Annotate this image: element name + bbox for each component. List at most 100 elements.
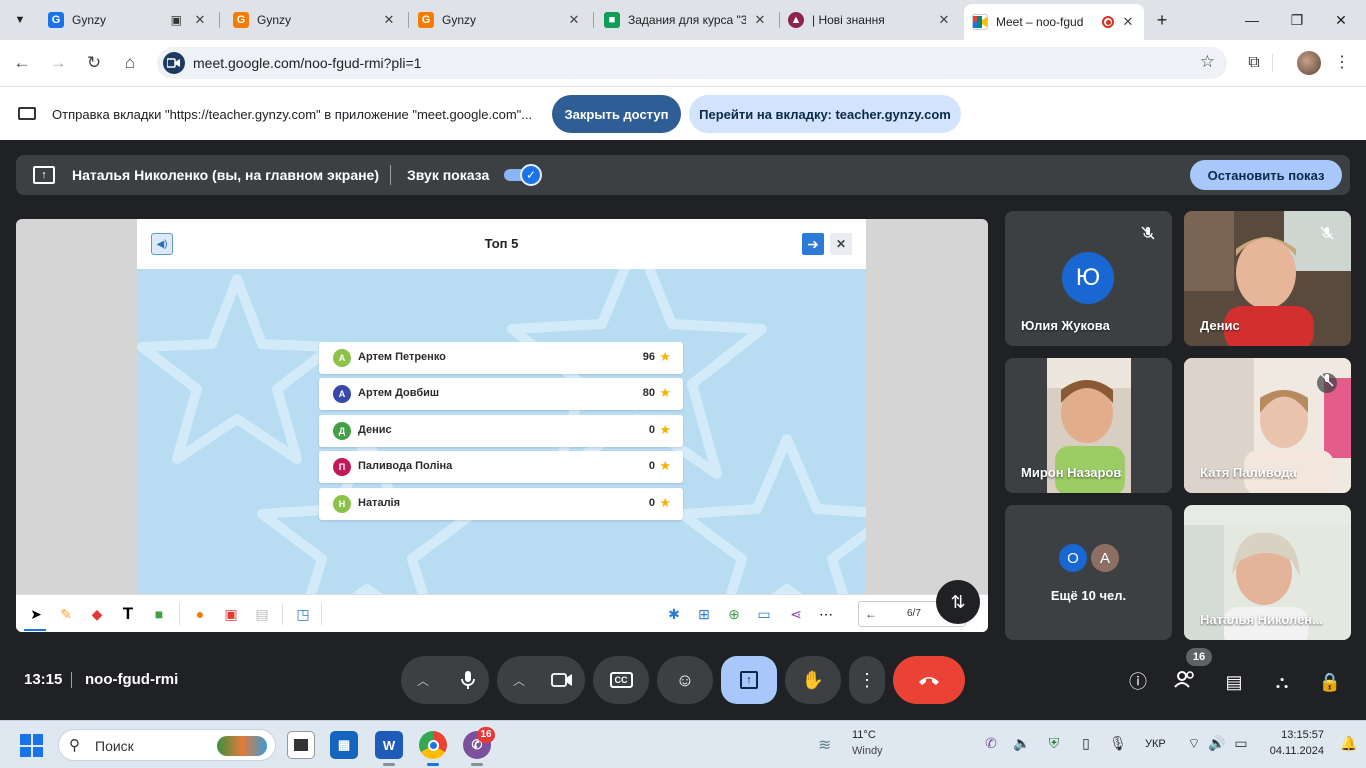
image-icon[interactable]: ▣ <box>221 604 241 624</box>
next-arrow-icon[interactable]: ➔ <box>802 233 824 255</box>
task-view-icon[interactable] <box>287 731 315 759</box>
close-tab-icon[interactable]: ✕ <box>1120 14 1136 30</box>
star-icon: ★ <box>659 422 671 437</box>
shapes-icon[interactable]: ■ <box>149 604 169 624</box>
raise-hand-button[interactable]: ✋ <box>785 656 841 704</box>
pencil-icon[interactable]: ✎ <box>56 604 76 624</box>
stop-presenting-button[interactable]: Остановить показ <box>1190 160 1342 190</box>
new-tab-button[interactable]: + <box>1147 8 1177 32</box>
participant-tile[interactable]: Мирон Назаров <box>1005 358 1172 493</box>
site-info-icon[interactable] <box>163 52 185 74</box>
present-now-button[interactable]: ↑ <box>721 656 777 704</box>
extensions-icon[interactable]: ⧉ <box>1242 51 1266 75</box>
stop-sharing-button[interactable]: Закрыть доступ <box>552 95 681 133</box>
add-slide-icon[interactable]: ⊞ <box>694 604 714 624</box>
wind-icon[interactable]: ≋ <box>818 735 831 755</box>
captions-button[interactable]: CC <box>593 656 649 704</box>
leave-call-button[interactable] <box>893 656 965 704</box>
restore-icon[interactable]: ❐ <box>1282 8 1312 32</box>
back-icon[interactable]: ← <box>10 51 34 75</box>
reload-icon[interactable]: ↻ <box>82 51 106 75</box>
pointer-icon[interactable]: ➤ <box>26 604 46 624</box>
security-shield-icon[interactable]: ⛨ <box>1044 735 1064 752</box>
notifications-bell-icon[interactable]: 🔔 <box>1340 735 1357 752</box>
close-icon[interactable]: ✕ <box>830 233 852 255</box>
participant-name: Катя Паливода <box>1200 465 1297 480</box>
tab-novi-znannia[interactable]: ▲ | Нові знання ✕ <box>780 6 960 34</box>
chrome-icon[interactable] <box>419 731 447 759</box>
video-settings-chevron-icon[interactable]: ︿ <box>513 672 525 689</box>
microphone-tray-icon[interactable]: 🎙 <box>1108 735 1128 752</box>
tab-meet[interactable]: Meet – noo-fgud ✕ <box>964 4 1144 40</box>
share-audio-toggle[interactable]: ✓ <box>504 164 542 186</box>
viber-tray-icon[interactable]: ✆ <box>981 735 1001 752</box>
pin-swap-icon[interactable]: ⇅ <box>936 580 980 624</box>
share-icon[interactable]: ⋖ <box>786 604 806 624</box>
address-bar[interactable]: meet.google.com/noo-fgud-rmi?pli=1 ☆ <box>157 47 1227 79</box>
chrome-menu-icon[interactable]: ⋮ <box>1330 51 1354 75</box>
host-controls-icon[interactable]: 🔒 <box>1318 670 1342 694</box>
reactions-button[interactable]: ☺ <box>657 656 713 704</box>
bookmark-star-icon[interactable]: ☆ <box>1200 52 1215 72</box>
insert-icon[interactable]: ⊕ <box>724 604 744 624</box>
speaker-muted-icon[interactable]: 🔈 <box>1012 735 1032 752</box>
participant-tile[interactable]: Катя Паливода <box>1184 358 1351 493</box>
participant-tile[interactable]: Денис <box>1184 211 1351 346</box>
more-participants-tile[interactable]: О А Ещё 10 чел. <box>1005 505 1172 640</box>
close-tab-icon[interactable]: ✕ <box>752 12 768 28</box>
widgets-icon[interactable]: ◳ <box>293 604 313 624</box>
close-tab-icon[interactable]: ✕ <box>566 12 582 28</box>
volume-icon[interactable]: 🔊 <box>1207 735 1227 752</box>
battery-icon[interactable]: ▭ <box>1231 735 1251 752</box>
stamp-icon[interactable]: ● <box>190 604 210 624</box>
table-icon[interactable]: ▤ <box>252 604 272 624</box>
participant-tile[interactable]: Ю Юлия Жукова <box>1005 211 1172 346</box>
eraser-icon[interactable]: ◆ <box>87 604 107 624</box>
participant-tile[interactable]: Наталья Николен... <box>1184 505 1351 640</box>
app-active-indicator <box>427 763 439 766</box>
switch-to-tab-button[interactable]: Перейти на вкладку: teacher.gynzy.com <box>689 95 961 133</box>
microphone-icon[interactable] <box>459 670 477 690</box>
meeting-details-icon[interactable]: ⓘ <box>1126 670 1150 694</box>
more-options-icon[interactable]: ⋯ <box>816 604 836 624</box>
people-icon[interactable] <box>1173 670 1197 694</box>
taskbar-search[interactable]: ⚲ Поиск <box>58 729 276 761</box>
word-icon[interactable]: W <box>375 731 403 759</box>
home-icon[interactable]: ⌂ <box>118 51 142 75</box>
more-options-button[interactable]: ⋮ <box>849 656 885 704</box>
mic-off-icon <box>1138 226 1158 246</box>
hints-icon[interactable]: ✱ <box>664 604 684 624</box>
close-window-icon[interactable]: ✕ <box>1326 8 1356 32</box>
profile-avatar[interactable] <box>1297 51 1321 75</box>
star-icon: ★ <box>659 458 671 473</box>
close-tab-icon[interactable]: ✕ <box>192 12 208 28</box>
player-name: Денис <box>358 424 392 436</box>
app-running-indicator <box>383 763 395 766</box>
usb-device-icon[interactable]: ▯ <box>1076 735 1096 752</box>
audio-settings-chevron-icon[interactable]: ︿ <box>417 672 429 689</box>
keyboard-language[interactable]: УКР <box>1145 738 1166 750</box>
camera-icon[interactable] <box>551 672 573 688</box>
close-tab-icon[interactable]: ✕ <box>381 12 397 28</box>
forward-icon[interactable]: → <box>46 51 70 75</box>
tab-title: Задания для курса "3 <box>628 13 746 27</box>
search-highlight-image <box>217 736 267 756</box>
minimize-icon[interactable]: — <box>1237 8 1267 32</box>
system-time[interactable]: 13:15:57 <box>1278 729 1324 741</box>
chat-icon[interactable]: ▤ <box>1222 670 1246 694</box>
tab-search-button[interactable]: ▼ <box>8 8 32 32</box>
windows-start-icon[interactable] <box>20 734 43 757</box>
tab-classroom[interactable]: ■ Задания для курса "3 ✕ <box>596 6 776 34</box>
text-tool-icon[interactable]: T <box>118 604 138 624</box>
player-badge: Д <box>333 422 351 440</box>
previous-slide-icon[interactable]: ← <box>865 607 877 621</box>
tab-gynzy-1[interactable]: G Gynzy ▣ ✕ <box>40 6 216 34</box>
system-date[interactable]: 04.11.2024 <box>1266 745 1324 757</box>
tab-gynzy-3[interactable]: G Gynzy ✕ <box>410 6 590 34</box>
wifi-icon[interactable]: ⌔ <box>1184 735 1204 753</box>
tab-gynzy-2[interactable]: G Gynzy ✕ <box>225 6 405 34</box>
close-tab-icon[interactable]: ✕ <box>936 12 952 28</box>
microsoft-store-icon[interactable]: ▦ <box>330 731 358 759</box>
folder-icon[interactable]: ▭ <box>754 604 774 624</box>
activities-icon[interactable]: ⛬ <box>1270 670 1294 694</box>
